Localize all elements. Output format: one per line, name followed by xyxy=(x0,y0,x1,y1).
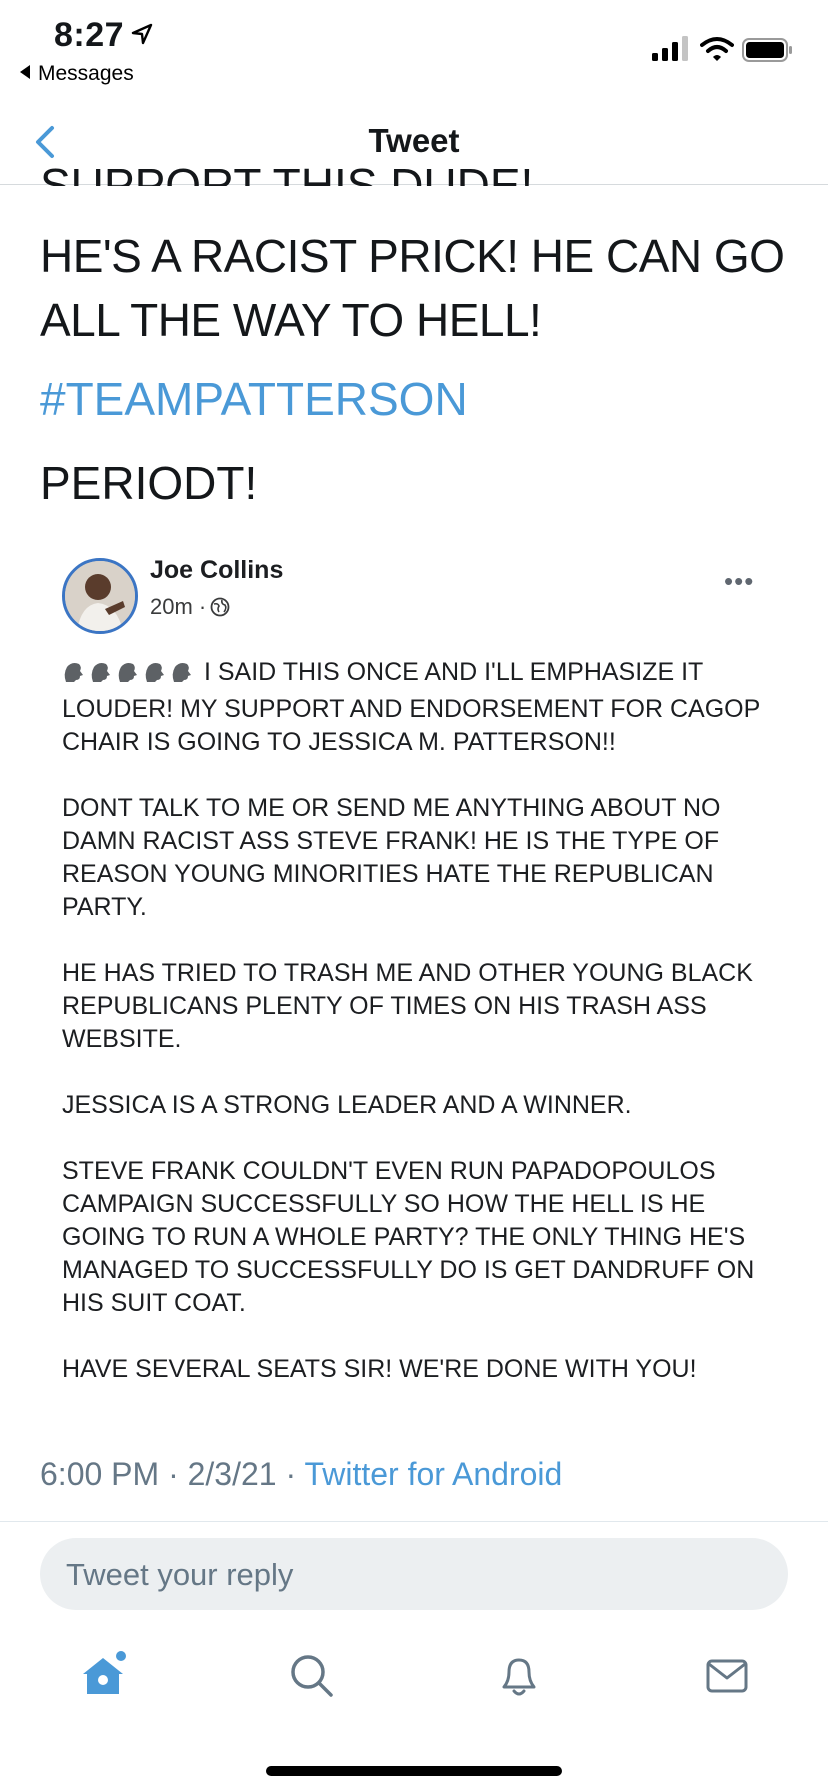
speaking-head-emoji-icons xyxy=(62,660,197,693)
cellular-signal-icon xyxy=(652,36,688,61)
post-paragraph: I SAID THIS ONCE AND I'LL EMPHASIZE IT L… xyxy=(62,658,760,756)
post-paragraph: HAVE SEVERAL SEATS SIR! WE'RE DONE WITH … xyxy=(62,1355,697,1383)
tweet-text-clipped-line: SUPPORT THIS DUDE! xyxy=(40,159,534,186)
status-bar: 8:27 Messages xyxy=(0,0,828,100)
more-options-icon: ••• xyxy=(724,566,755,596)
status-time: 8:27 xyxy=(54,16,125,54)
reply-input[interactable] xyxy=(64,1538,768,1612)
wifi-icon xyxy=(700,37,734,61)
reply-box[interactable] xyxy=(40,1538,788,1612)
tweet-text-closing: PERIODT! xyxy=(40,457,258,509)
post-body: I SAID THIS ONCE AND I'LL EMPHASIZE IT L… xyxy=(62,656,762,1419)
location-arrow-icon xyxy=(131,23,153,45)
back-triangle-icon xyxy=(20,65,30,79)
post-paragraph: JESSICA IS A STRONG LEADER AND A WINNER. xyxy=(62,1091,632,1119)
post-paragraph: DONT TALK TO ME OR SEND ME ANYTHING ABOU… xyxy=(62,794,721,921)
home-indicator xyxy=(266,1766,562,1776)
globe-icon xyxy=(210,597,230,617)
tweet-source-link[interactable]: Twitter for Android xyxy=(304,1456,562,1492)
divider xyxy=(0,1521,828,1522)
back-app-label: Messages xyxy=(38,62,134,85)
post-paragraph: STEVE FRANK COULDN'T EVEN RUN PAPADOPOUL… xyxy=(62,1157,755,1317)
tweet-timestamp: 6:00 PM · 2/3/21 · Twitter for Android xyxy=(40,1456,563,1492)
tweet-time: 6:00 PM xyxy=(40,1456,160,1492)
search-icon[interactable] xyxy=(286,1650,336,1700)
post-author-name: Joe Collins xyxy=(150,556,284,584)
post-meta: 20m · xyxy=(150,594,230,620)
avatar xyxy=(62,558,138,634)
bell-icon[interactable] xyxy=(494,1650,544,1700)
battery-icon xyxy=(742,38,792,62)
hashtag-link[interactable]: #TEAMPATTERSON xyxy=(40,372,468,426)
avatar-photo xyxy=(65,561,135,631)
mail-icon[interactable] xyxy=(702,1650,752,1700)
post-age: 20m xyxy=(150,594,193,619)
home-icon[interactable] xyxy=(78,1650,128,1700)
back-to-messages[interactable]: Messages xyxy=(20,62,134,86)
tweet-text: HE'S A RACIST PRICK! HE CAN GO ALL THE W… xyxy=(40,230,785,346)
post-paragraph: HE HAS TRIED TO TRASH ME AND OTHER YOUNG… xyxy=(62,959,753,1053)
tweet-date: 2/3/21 xyxy=(187,1456,277,1492)
